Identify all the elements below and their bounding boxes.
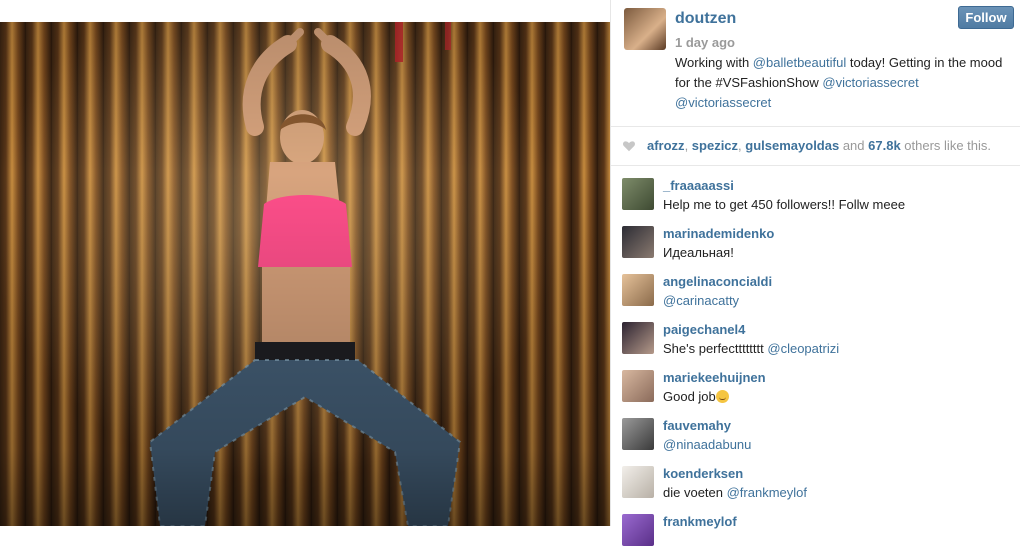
caption-mention-balletbeautiful[interactable]: @balletbeautiful xyxy=(753,55,846,70)
photo-shade-overlay xyxy=(0,22,610,526)
comment-item: angelinaconcialdi @carinacatty xyxy=(611,262,1020,310)
comment-item: frankmeylof xyxy=(611,502,1020,550)
owner-avatar[interactable] xyxy=(624,8,666,50)
commenter-avatar[interactable] xyxy=(622,514,654,546)
comment-mention-link[interactable]: @ninaadabunu xyxy=(663,437,751,452)
commenter-avatar[interactable] xyxy=(622,226,654,258)
commenter-avatar[interactable] xyxy=(622,370,654,402)
comment-body: She's perfectttttttt xyxy=(663,341,768,356)
commenter-username[interactable]: fauvemahy xyxy=(663,418,731,433)
comment-text: die voeten @frankmeylof xyxy=(663,485,807,500)
likes-separator: , xyxy=(684,138,692,153)
commenter-username[interactable]: paigechanel4 xyxy=(663,322,745,337)
commenter-username[interactable]: koenderksen xyxy=(663,466,743,481)
comment-item: _fraaaaassi Help me to get 450 followers… xyxy=(611,166,1020,214)
commenter-avatar[interactable] xyxy=(622,466,654,498)
comment-text: Help me to get 450 followers!! Follw mee… xyxy=(663,197,905,212)
post-caption: Working with @balletbeautiful today! Get… xyxy=(675,53,1005,113)
likes-row: afrozz, spezicz, gulsemayoldas and 67.8k… xyxy=(611,127,1020,166)
comment-item: mariekeehuijnen Good job xyxy=(611,358,1020,406)
post-timestamp[interactable]: 1 day ago xyxy=(675,35,735,50)
commenter-avatar[interactable] xyxy=(622,322,654,354)
commenter-username[interactable]: angelinaconcialdi xyxy=(663,274,772,289)
likes-count[interactable]: 67.8k xyxy=(868,138,901,153)
comment-mention-link[interactable]: @carinacatty xyxy=(663,293,739,308)
smiley-emoji-icon xyxy=(715,390,729,403)
comment-body: Good job xyxy=(663,389,716,404)
like-user-link[interactable]: afrozz xyxy=(647,138,685,153)
comment-text: Идеальная! xyxy=(663,245,734,260)
commenter-username[interactable]: mariekeehuijnen xyxy=(663,370,766,385)
comment-text: Good job xyxy=(663,389,729,404)
comment-text: @ninaadabunu xyxy=(663,437,751,452)
caption-mention-victoriassecret[interactable]: @victoriassecret xyxy=(822,75,918,90)
comment-item: marinademidenko Идеальная! xyxy=(611,214,1020,262)
likes-and-text: and xyxy=(839,138,869,153)
comment-mention-link[interactable]: @frankmeylof xyxy=(727,485,807,500)
likes-suffix-text: others like this. xyxy=(900,138,992,153)
comment-item: koenderksen die voeten @frankmeylof xyxy=(611,454,1020,502)
comment-mention-link[interactable]: @cleopatrizi xyxy=(767,341,839,356)
comment-item: paigechanel4 She's perfectttttttt @cleop… xyxy=(611,310,1020,358)
caption-text: Working with xyxy=(675,55,753,70)
heart-icon[interactable] xyxy=(622,139,636,153)
comment-body: Идеальная! xyxy=(663,245,734,260)
like-user-link[interactable]: spezicz xyxy=(692,138,738,153)
likes-summary: afrozz, spezicz, gulsemayoldas and 67.8k… xyxy=(647,138,991,153)
like-user-link[interactable]: gulsemayoldas xyxy=(745,138,839,153)
commenter-username[interactable]: frankmeylof xyxy=(663,514,737,529)
post-header: doutzen Follow 1 day ago Working with @b… xyxy=(611,0,1020,127)
follow-button[interactable]: Follow xyxy=(958,6,1014,29)
comment-text: She's perfectttttttt @cleopatrizi xyxy=(663,341,839,356)
commenter-username[interactable]: _fraaaaassi xyxy=(663,178,734,193)
comment-item: fauvemahy @ninaadabunu xyxy=(611,406,1020,454)
comment-body: Help me to get 450 followers!! Follw mee… xyxy=(663,197,906,212)
comment-body: die voeten xyxy=(663,485,727,500)
comment-text: @carinacatty xyxy=(663,293,739,308)
post-details-panel: doutzen Follow 1 day ago Working with @b… xyxy=(610,0,1020,546)
owner-username-link[interactable]: doutzen xyxy=(675,10,736,28)
caption-mention-victoriassecret-2[interactable]: @victoriassecret xyxy=(675,95,771,110)
commenter-avatar[interactable] xyxy=(622,274,654,306)
post-photo-area xyxy=(0,0,610,526)
commenter-avatar[interactable] xyxy=(622,178,654,210)
commenter-avatar[interactable] xyxy=(622,418,654,450)
post-photo[interactable] xyxy=(0,22,610,526)
commenter-username[interactable]: marinademidenko xyxy=(663,226,774,241)
